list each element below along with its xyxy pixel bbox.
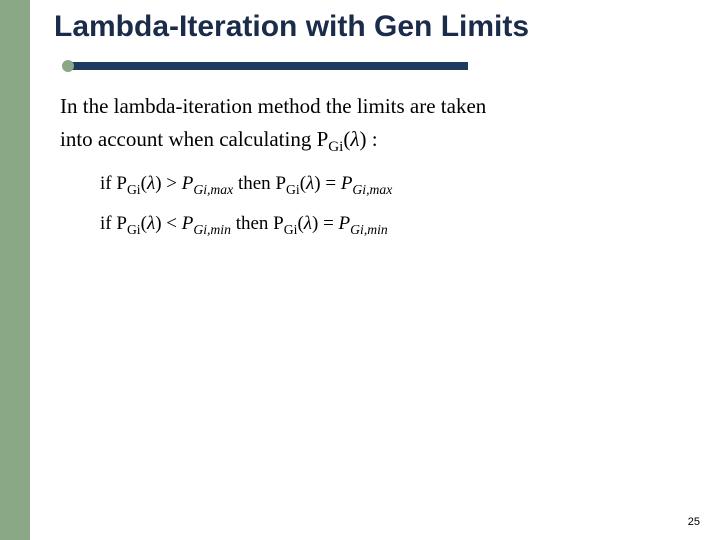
page-number: 25 — [688, 516, 700, 528]
intro-line-1: In the lambda-iteration method the limit… — [60, 90, 680, 123]
title-underline-dot-icon — [62, 60, 74, 72]
title-underline-bar — [68, 62, 468, 70]
title-underline — [68, 58, 468, 78]
slide-title: Lambda-Iteration with Gen Limits — [54, 10, 700, 44]
intro-line-2-prefix: into account when calculating — [60, 127, 317, 151]
left-accent-bar — [0, 0, 30, 540]
body-text: In the lambda-iteration method the limit… — [60, 90, 680, 238]
pgi-lambda-inline: PGi(λ) — [317, 127, 367, 151]
equation-max: if PGi(λ) > PGi,max then PGi(λ) = PGi,ma… — [100, 169, 680, 198]
equation-min: if PGi(λ) < PGi,min then PGi(λ) = PGi,mi… — [100, 209, 680, 238]
intro-line-2: into account when calculating PGi(λ) : — [60, 123, 680, 156]
intro-line-2-suffix: : — [367, 127, 378, 151]
